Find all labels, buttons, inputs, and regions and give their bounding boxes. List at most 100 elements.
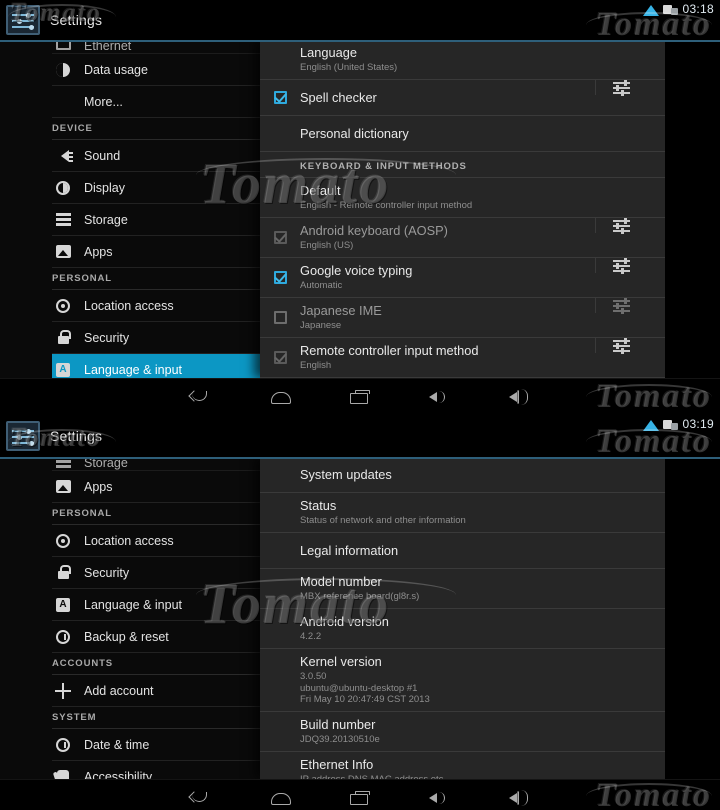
volume-up-icon[interactable] bbox=[507, 788, 533, 808]
panel-right-filler bbox=[665, 40, 720, 378]
sidebar-header-label: PERSONAL bbox=[52, 273, 112, 284]
setting-title: Android version bbox=[300, 614, 389, 629]
panel-right-filler bbox=[665, 457, 720, 779]
wifi-icon bbox=[643, 418, 660, 431]
recents-icon[interactable] bbox=[347, 387, 373, 407]
screenshot-top: Settings 03:18 Ethernet Data usage More.… bbox=[0, 0, 720, 415]
sidebar-item-ethernet[interactable]: Ethernet bbox=[52, 40, 260, 54]
sidebar-item-more[interactable]: More... bbox=[52, 86, 260, 118]
sidebar-item-label: Location access bbox=[84, 298, 174, 313]
setting-row-status[interactable]: Status Status of network and other infor… bbox=[260, 493, 665, 533]
sidebar-item-label: Accessibility bbox=[84, 769, 153, 780]
checkbox-checked-icon[interactable] bbox=[273, 91, 287, 104]
setting-row-legal-information[interactable]: Legal information bbox=[260, 533, 665, 569]
setting-row-ethernet-info[interactable]: Ethernet Info IP address,DNS,MAC address… bbox=[260, 752, 665, 780]
home-icon[interactable] bbox=[267, 788, 293, 808]
display-icon bbox=[52, 179, 74, 197]
clock-icon bbox=[52, 736, 74, 754]
screenshot-bottom: Settings 03:19 Storage Apps PERSONAL Loc… bbox=[0, 415, 720, 810]
sidebar-item-language-input[interactable]: A Language & input bbox=[52, 589, 260, 621]
sidebar-item-sound[interactable]: Sound bbox=[52, 140, 260, 172]
spell-checker-settings-button[interactable] bbox=[595, 79, 647, 96]
sidebar-item-security[interactable]: Security bbox=[52, 322, 260, 354]
setting-title: Build number bbox=[300, 716, 376, 732]
setting-row-google-voice-typing[interactable]: Google voice typing Automatic bbox=[260, 257, 665, 298]
setting-row-android-version: Android version 4.2.2 bbox=[260, 609, 665, 649]
settings-sidebar-bottom: Storage Apps PERSONAL Location access Se… bbox=[0, 457, 260, 779]
status-clock: 03:18 bbox=[682, 2, 714, 16]
sidebar-item-storage[interactable]: Storage bbox=[52, 204, 260, 236]
japanese-ime-checkbox-cell[interactable] bbox=[260, 311, 300, 324]
setting-row-remote-controller-input[interactable]: Remote controller input method English bbox=[260, 337, 665, 378]
setting-row-language[interactable]: Language English (United States) bbox=[260, 40, 665, 80]
header-divider bbox=[0, 40, 720, 42]
sidebar-item-location-access[interactable]: Location access bbox=[52, 290, 260, 322]
checkbox-checked-icon[interactable] bbox=[273, 271, 287, 284]
spell-checker-checkbox-cell[interactable] bbox=[260, 91, 300, 104]
setting-row-spell-checker[interactable]: Spell checker bbox=[260, 79, 665, 116]
settings-detail-panel-bottom: System updates Status Status of network … bbox=[260, 457, 665, 779]
sidebar-item-data-usage[interactable]: Data usage bbox=[52, 54, 260, 86]
volume-up-icon[interactable] bbox=[507, 387, 533, 407]
setting-subtitle: Automatic bbox=[300, 280, 343, 291]
sidebar-item-display[interactable]: Display bbox=[52, 172, 260, 204]
android-keyboard-settings-button[interactable] bbox=[595, 217, 647, 234]
setting-row-system-updates[interactable]: System updates bbox=[260, 457, 665, 493]
remote-controller-settings-button[interactable] bbox=[595, 337, 647, 354]
sidebar-item-accessibility[interactable]: Accessibility bbox=[52, 761, 260, 779]
sidebar-item-date-time[interactable]: Date & time bbox=[52, 729, 260, 761]
android-keyboard-checkbox-cell[interactable] bbox=[260, 231, 300, 244]
back-icon[interactable] bbox=[187, 788, 213, 808]
sidebar-item-security[interactable]: Security bbox=[52, 557, 260, 589]
japanese-ime-settings-button[interactable] bbox=[595, 297, 647, 314]
volume-down-icon[interactable] bbox=[427, 788, 453, 808]
sidebar-header-device: DEVICE bbox=[52, 118, 260, 140]
setting-subtitle: 3.0.50 ubuntu@ubuntu-desktop #1 Fri May … bbox=[300, 671, 430, 705]
accessibility-icon bbox=[52, 768, 74, 779]
sidebar-item-label: Apps bbox=[84, 479, 113, 494]
home-icon[interactable] bbox=[267, 387, 293, 407]
sidebar-item-add-account[interactable]: Add account bbox=[52, 675, 260, 707]
sidebar-header-label: DEVICE bbox=[52, 123, 93, 134]
status-indicators: 03:18 bbox=[643, 2, 714, 16]
setting-row-build-number: Build number JDQ39.20130510e bbox=[260, 712, 665, 752]
sidebar-item-backup-reset[interactable]: Backup & reset bbox=[52, 621, 260, 653]
setting-title: Status bbox=[300, 498, 337, 513]
ethernet-icon bbox=[663, 418, 679, 431]
sidebar-item-label: Data usage bbox=[84, 62, 148, 77]
sidebar-item-label: Language & input bbox=[84, 362, 183, 377]
checkbox-checked-disabled-icon[interactable] bbox=[273, 231, 287, 244]
checkbox-unchecked-icon[interactable] bbox=[273, 311, 287, 324]
sidebar-item-label: Add account bbox=[84, 683, 154, 698]
setting-row-model-number: Model number MBX reference board(gl8r.s) bbox=[260, 569, 665, 609]
remote-controller-checkbox-cell[interactable] bbox=[260, 351, 300, 364]
sidebar-item-label: Security bbox=[84, 330, 130, 345]
setting-row-default-keyboard[interactable]: Default English - Remote controller inpu… bbox=[260, 178, 665, 218]
volume-down-icon[interactable] bbox=[427, 387, 453, 407]
status-indicators: 03:19 bbox=[643, 417, 714, 431]
google-voice-typing-settings-button[interactable] bbox=[595, 257, 647, 274]
sidebar-item-apps[interactable]: Apps bbox=[52, 236, 260, 268]
sidebar-item-apps[interactable]: Apps bbox=[52, 471, 260, 503]
back-icon[interactable] bbox=[187, 387, 213, 407]
google-voice-typing-checkbox-cell[interactable] bbox=[260, 271, 300, 284]
sidebar-item-label: Display bbox=[84, 180, 125, 195]
settings-content-bottom: Storage Apps PERSONAL Location access Se… bbox=[0, 457, 720, 779]
plus-icon bbox=[52, 682, 74, 700]
navigation-bar-bottom bbox=[0, 779, 720, 810]
checkbox-checked-disabled-icon[interactable] bbox=[273, 351, 287, 364]
recents-icon[interactable] bbox=[347, 788, 373, 808]
sidebar-item-location-access[interactable]: Location access bbox=[52, 525, 260, 557]
setting-row-japanese-ime[interactable]: Japanese IME Japanese bbox=[260, 297, 665, 338]
setting-row-personal-dictionary[interactable]: Personal dictionary bbox=[260, 116, 665, 152]
setting-title: Remote controller input method bbox=[300, 343, 479, 358]
sidebar-header-personal: PERSONAL bbox=[52, 268, 260, 290]
sidebar-item-language-input[interactable]: A Language & input bbox=[52, 354, 260, 378]
sidebar-header-label: PERSONAL bbox=[52, 508, 112, 519]
setting-row-android-keyboard[interactable]: Android keyboard (AOSP) English (US) bbox=[260, 217, 665, 258]
sidebar-item-label: Sound bbox=[84, 148, 121, 163]
sidebar-item-storage[interactable]: Storage bbox=[52, 457, 260, 471]
setting-subtitle: Japanese bbox=[300, 320, 342, 331]
settings-app-icon bbox=[6, 421, 40, 451]
setting-title: Model number bbox=[300, 574, 382, 589]
